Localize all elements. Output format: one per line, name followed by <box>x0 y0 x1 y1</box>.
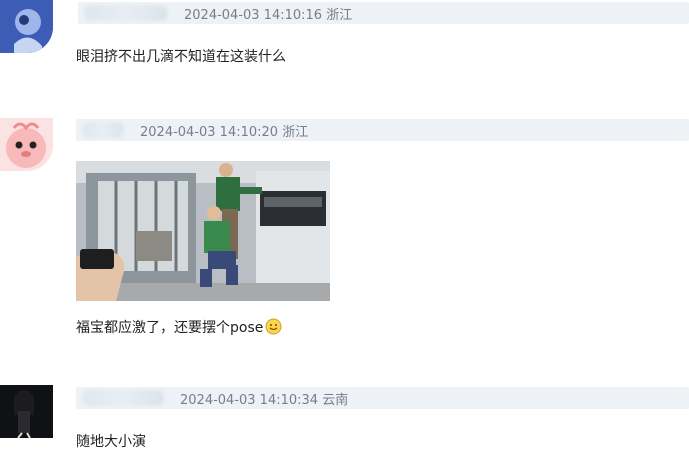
comment-item: 2024-04-03 14:10:34 云南 随地大小演 <box>0 380 689 475</box>
smile-emoji-icon <box>265 318 282 339</box>
avatar[interactable] <box>0 385 53 438</box>
comment-photo[interactable] <box>76 161 330 301</box>
location-text: 浙江 <box>326 7 353 23</box>
avatar-image <box>0 0 53 53</box>
comment-timestamp: 2024-04-03 14:10:34 云南 <box>180 389 348 408</box>
comment-meta: 2024-04-03 14:10:34 云南 <box>76 387 689 409</box>
timestamp-text: 2024-04-03 14:10:34 <box>180 392 319 408</box>
location-text: 浙江 <box>282 124 309 140</box>
comment-timestamp: 2024-04-03 14:10:20 浙江 <box>140 121 308 140</box>
location-text: 云南 <box>322 392 349 408</box>
comment-meta: 2024-04-03 14:10:20 浙江 <box>76 119 689 141</box>
avatar-image <box>0 118 53 171</box>
comment-text: 随地大小演 <box>76 434 146 450</box>
comment-text: 眼泪挤不出几滴不知道在这装什么 <box>76 49 286 65</box>
avatar[interactable] <box>0 0 53 53</box>
comment-meta: 2024-04-03 14:10:16 浙江 <box>78 2 689 24</box>
username[interactable] <box>82 122 124 138</box>
timestamp-text: 2024-04-03 14:10:16 <box>184 7 323 23</box>
avatar[interactable] <box>0 118 53 171</box>
username[interactable] <box>84 5 168 21</box>
photo-image <box>76 161 330 301</box>
comment-text: 福宝都应激了，还要摆个pose <box>76 317 282 339</box>
username[interactable] <box>82 390 164 406</box>
comment-item: 2024-04-03 14:10:20 浙江 福宝都应激了，还要摆个pose <box>0 110 689 370</box>
comment-timestamp: 2024-04-03 14:10:16 浙江 <box>184 4 352 23</box>
comment-item: 2024-04-03 14:10:16 浙江 眼泪挤不出几滴不知道在这装什么 <box>0 0 689 100</box>
timestamp-text: 2024-04-03 14:10:20 <box>140 124 279 140</box>
comment-text-content: 福宝都应激了，还要摆个pose <box>76 320 264 336</box>
avatar-image <box>0 385 53 438</box>
